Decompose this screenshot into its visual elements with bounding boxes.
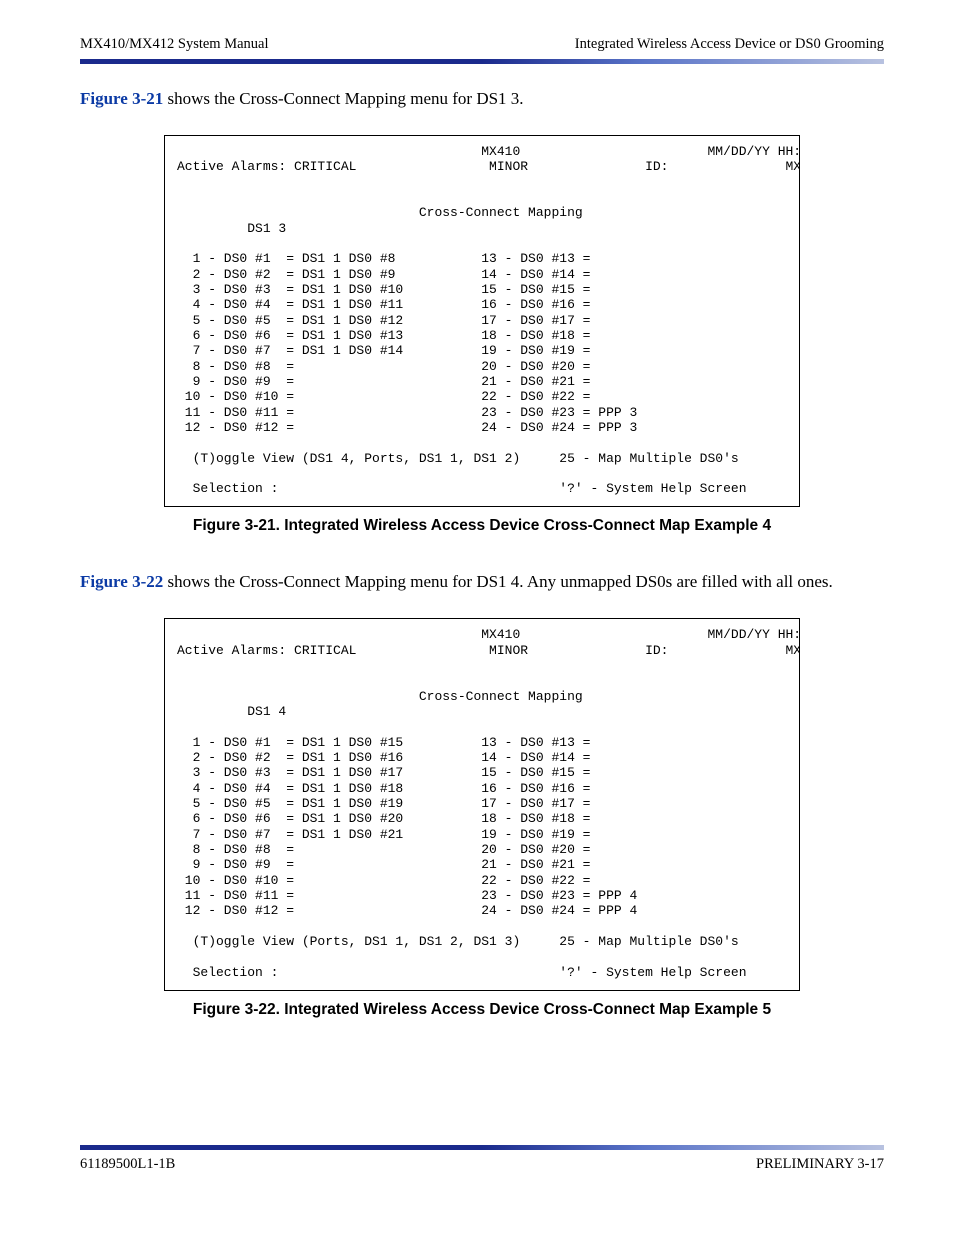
figure-ref-3-22: Figure 3-22	[80, 572, 163, 591]
figure-caption-3-21: Figure 3-21. Integrated Wireless Access …	[80, 517, 884, 535]
intro-paragraph-2: Figure 3-22 shows the Cross-Connect Mapp…	[80, 571, 884, 594]
footer-left: 61189500L1-1B	[80, 1156, 175, 1173]
header-left: MX410/MX412 System Manual	[80, 36, 269, 53]
figure-ref-3-21: Figure 3-21	[80, 89, 163, 108]
terminal-screen-2: MX410 MM/DD/YY HH:MM Active Alarms: CRIT…	[164, 618, 800, 991]
figure-caption-3-22: Figure 3-22. Integrated Wireless Access …	[80, 1001, 884, 1019]
header-right: Integrated Wireless Access Device or DS0…	[575, 36, 884, 53]
running-header: MX410/MX412 System Manual Integrated Wir…	[80, 36, 884, 53]
terminal-screen-1: MX410 MM/DD/YY HH:MM Active Alarms: CRIT…	[164, 135, 800, 508]
intro-1-rest: shows the Cross-Connect Mapping menu for…	[163, 89, 523, 108]
intro-paragraph-1: Figure 3-21 shows the Cross-Connect Mapp…	[80, 88, 884, 111]
running-footer: 61189500L1-1B PRELIMINARY 3-17	[80, 1156, 884, 1173]
footer-rule	[80, 1145, 884, 1150]
header-rule	[80, 59, 884, 64]
footer-right: PRELIMINARY 3-17	[756, 1156, 884, 1173]
intro-2-rest: shows the Cross-Connect Mapping menu for…	[163, 572, 833, 591]
